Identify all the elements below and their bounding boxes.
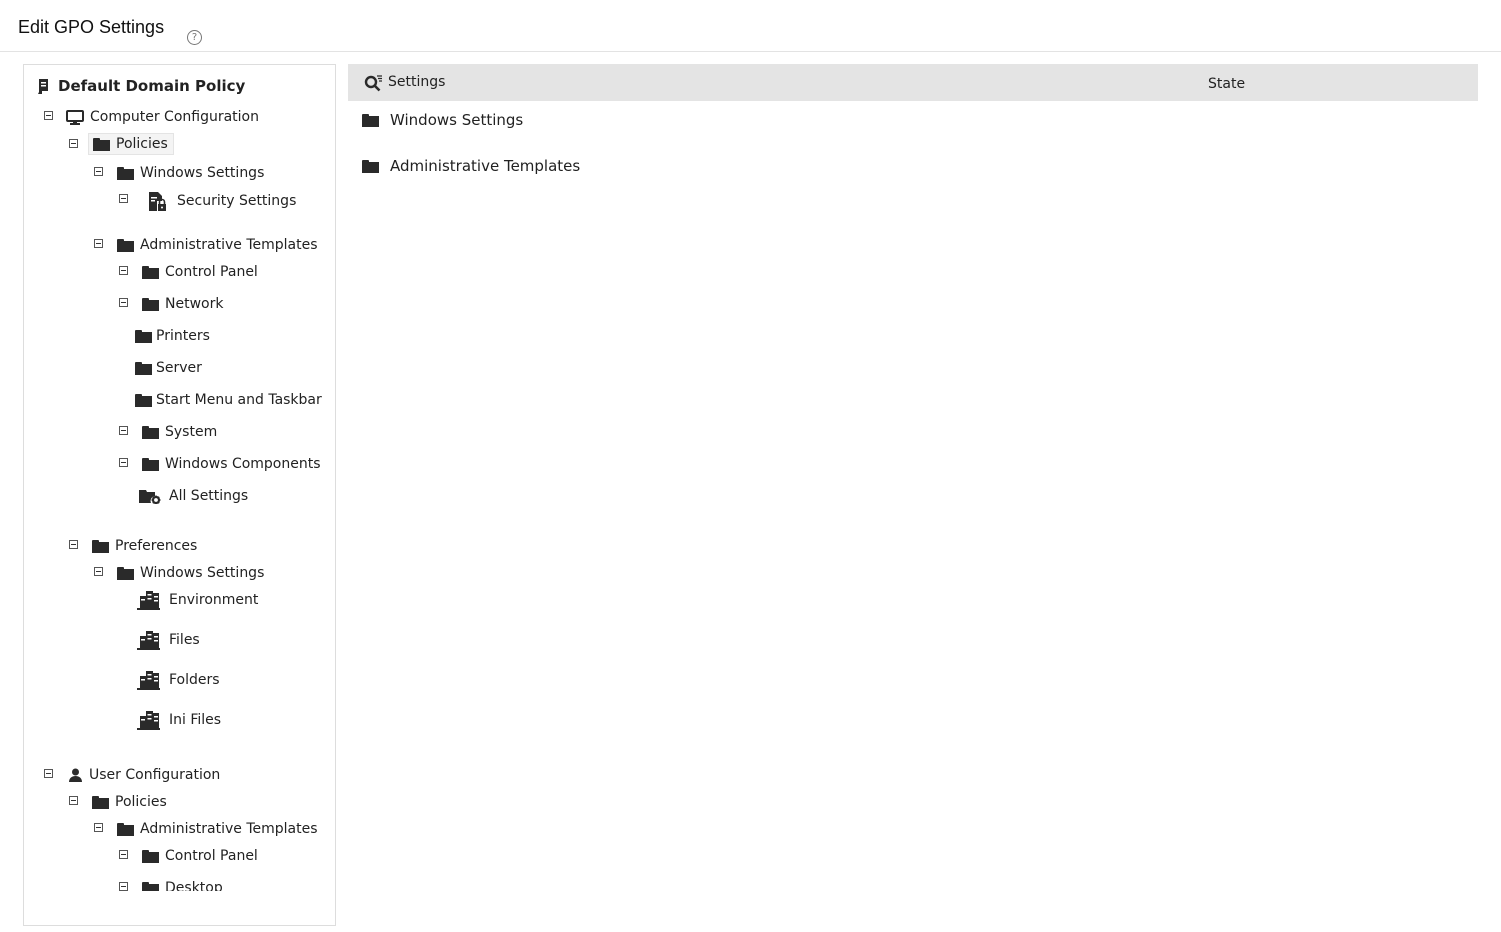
expand-icon[interactable] [119,882,128,891]
policy-tree-panel: Default Domain Policy Computer Configura… [23,64,336,926]
collapse-icon[interactable] [69,139,78,148]
tree-item-ini-files[interactable]: Ini Files [137,709,221,731]
row-label: Administrative Templates [390,157,581,175]
row-label: Windows Settings [390,111,524,129]
table-row[interactable]: Windows Settings [362,111,523,129]
folder-icon [135,329,152,343]
expand-icon[interactable] [119,194,128,203]
collapse-icon[interactable] [94,239,103,248]
tree-root[interactable]: Default Domain Policy [36,75,245,97]
policy-tree[interactable]: Default Domain Policy Computer Configura… [24,65,335,891]
expand-icon[interactable] [119,458,128,467]
help-icon[interactable]: ? [187,30,202,45]
tree-item-start-menu-and-taskbar[interactable]: Start Menu and Taskbar [135,389,322,411]
folder-icon [142,297,159,311]
folder-icon [117,566,134,580]
tree-item-system[interactable]: System [142,421,217,443]
tree-item-uc-policies[interactable]: Policies [92,791,167,813]
tree-item-all-settings[interactable]: All Settings [139,485,248,507]
tree-root-label: Default Domain Policy [58,77,246,95]
expand-icon[interactable] [119,298,128,307]
folder-icon [362,159,379,173]
tree-item-network[interactable]: Network [142,293,223,315]
monitor-icon [66,109,84,125]
tree-item-security-settings[interactable]: Security Settings [148,190,296,212]
collapse-icon[interactable] [69,796,78,805]
tree-item-printers[interactable]: Printers [135,325,210,347]
tree-item-files[interactable]: Files [137,629,200,651]
server-rack-icon [137,670,160,690]
collapse-icon[interactable] [94,567,103,576]
tree-item-server[interactable]: Server [135,357,202,379]
tree-item-windows-components[interactable]: Windows Components [142,453,321,475]
folder-icon [142,457,159,471]
folder-icon [117,822,134,836]
folder-icon [92,539,109,553]
column-header-state[interactable]: State [1208,76,1245,92]
folder-icon [142,849,159,863]
server-rack-icon [137,630,160,650]
folder-icon [135,361,152,375]
tree-item-administrative-templates[interactable]: Administrative Templates [117,234,318,256]
table-header: Settings State [348,64,1478,101]
expand-icon[interactable] [119,426,128,435]
server-rack-icon [137,710,160,730]
tree-item-environment[interactable]: Environment [137,589,258,611]
tree-item-windows-settings[interactable]: Windows Settings [117,162,264,184]
folder-icon [142,265,159,279]
expand-icon[interactable] [119,266,128,275]
tree-item-preferences[interactable]: Preferences [92,535,197,557]
security-file-lock-icon [148,191,167,212]
header-bar: Edit GPO Settings ? [0,0,1501,52]
folder-icon [142,881,159,891]
server-rack-icon [137,590,160,610]
tree-item-folders[interactable]: Folders [137,669,220,691]
tree-item-policies[interactable]: Policies [88,133,174,155]
folder-gear-icon [139,488,161,504]
folder-icon [117,238,134,252]
collapse-icon[interactable] [44,769,53,778]
collapse-icon[interactable] [44,111,53,120]
folder-icon [117,166,134,180]
tree-item-control-panel[interactable]: Control Panel [142,261,258,283]
folder-icon [93,137,110,151]
tree-item-computer-configuration[interactable]: Computer Configuration [66,106,259,128]
tree-item-uc-desktop[interactable]: Desktop [142,877,223,891]
tree-item-pref-windows-settings[interactable]: Windows Settings [117,562,264,584]
policy-scroll-icon [36,78,52,95]
expand-icon[interactable] [119,850,128,859]
collapse-icon[interactable] [69,540,78,549]
table-row[interactable]: Administrative Templates [362,157,580,175]
tree-item-uc-administrative-templates[interactable]: Administrative Templates [117,818,318,840]
page-title: Edit GPO Settings [18,17,165,37]
collapse-icon[interactable] [94,167,103,176]
search-filter-icon[interactable] [364,75,384,92]
tree-item-uc-control-panel[interactable]: Control Panel [142,845,258,867]
folder-icon [362,113,379,127]
collapse-icon[interactable] [94,823,103,832]
folder-icon [92,795,109,809]
tree-item-user-configuration[interactable]: User Configuration [69,764,220,786]
settings-table: Settings State Windows Settings Administ… [348,64,1478,175]
folder-icon [142,425,159,439]
user-icon [69,768,82,782]
folder-icon [135,393,152,407]
column-header-settings[interactable]: Settings [388,74,445,90]
